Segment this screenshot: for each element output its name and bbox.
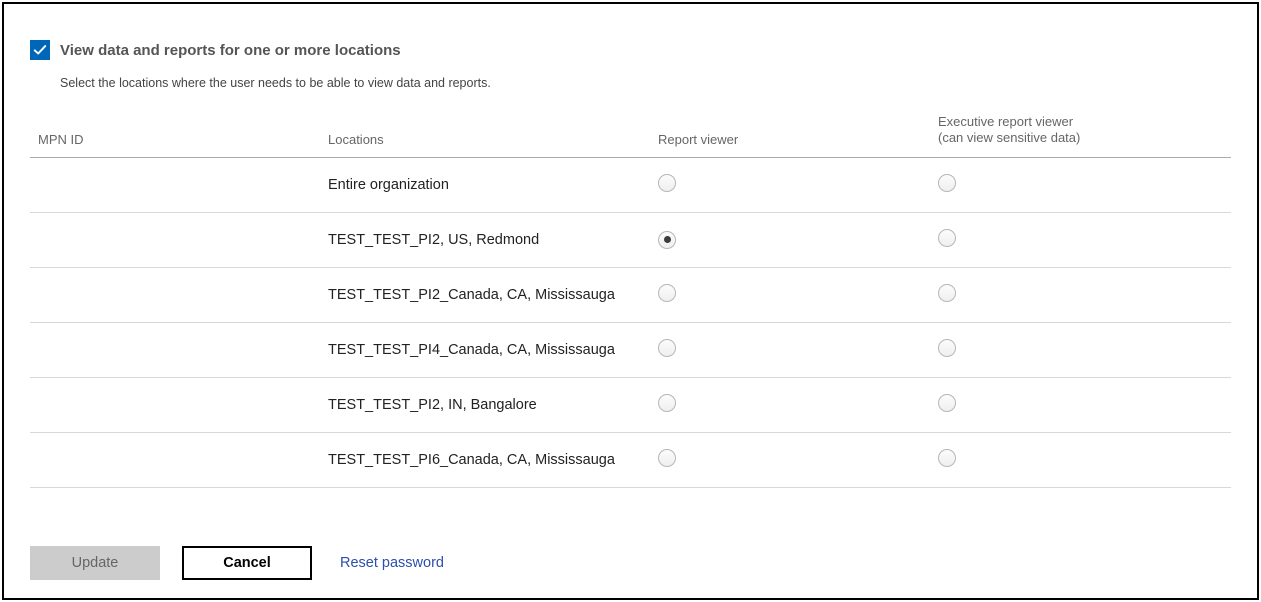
- locations-table: MPN ID Locations Report viewer Executive…: [30, 112, 1231, 488]
- cell-executive-viewer: [930, 432, 1231, 487]
- table-row: TEST_TEST_PI2_Canada, CA, Mississauga: [30, 267, 1231, 322]
- cell-location: TEST_TEST_PI2, IN, Bangalore: [320, 377, 650, 432]
- executive-viewer-radio[interactable]: [938, 229, 956, 247]
- report-viewer-radio[interactable]: [658, 339, 676, 357]
- action-bar: Update Cancel Reset password: [30, 546, 444, 580]
- report-viewer-radio[interactable]: [658, 174, 676, 192]
- table-row: TEST_TEST_PI6_Canada, CA, Mississauga: [30, 432, 1231, 487]
- cell-location: TEST_TEST_PI4_Canada, CA, Mississauga: [320, 322, 650, 377]
- table-row: Entire organization: [30, 157, 1231, 212]
- panel-subtitle: Select the locations where the user need…: [60, 76, 1231, 90]
- reset-password-link[interactable]: Reset password: [340, 555, 444, 571]
- cell-location: TEST_TEST_PI2_Canada, CA, Mississauga: [320, 267, 650, 322]
- executive-viewer-radio[interactable]: [938, 284, 956, 302]
- update-button[interactable]: Update: [30, 546, 160, 580]
- cell-executive-viewer: [930, 377, 1231, 432]
- col-locations: Locations: [320, 112, 650, 157]
- cell-executive-viewer: [930, 322, 1231, 377]
- executive-viewer-radio[interactable]: [938, 394, 956, 412]
- cell-mpn-id: [30, 432, 320, 487]
- table-row: TEST_TEST_PI4_Canada, CA, Mississauga: [30, 322, 1231, 377]
- report-viewer-radio[interactable]: [658, 231, 676, 249]
- report-viewer-radio[interactable]: [658, 284, 676, 302]
- table-header-row: MPN ID Locations Report viewer Executive…: [30, 112, 1231, 157]
- cell-report-viewer: [650, 432, 930, 487]
- panel-header: View data and reports for one or more lo…: [30, 40, 1231, 60]
- executive-viewer-radio[interactable]: [938, 449, 956, 467]
- cancel-button[interactable]: Cancel: [182, 546, 312, 580]
- executive-viewer-radio[interactable]: [938, 339, 956, 357]
- report-viewer-radio[interactable]: [658, 394, 676, 412]
- cell-mpn-id: [30, 267, 320, 322]
- cell-executive-viewer: [930, 267, 1231, 322]
- view-data-checkbox[interactable]: [30, 40, 50, 60]
- check-icon: [33, 43, 47, 57]
- executive-viewer-radio[interactable]: [938, 174, 956, 192]
- col-mpn-id: MPN ID: [30, 112, 320, 157]
- cell-report-viewer: [650, 267, 930, 322]
- cell-location: Entire organization: [320, 157, 650, 212]
- cell-mpn-id: [30, 212, 320, 267]
- cell-report-viewer: [650, 377, 930, 432]
- cell-location: TEST_TEST_PI6_Canada, CA, Mississauga: [320, 432, 650, 487]
- cell-executive-viewer: [930, 212, 1231, 267]
- cell-mpn-id: [30, 377, 320, 432]
- cell-report-viewer: [650, 322, 930, 377]
- table-row: TEST_TEST_PI2, IN, Bangalore: [30, 377, 1231, 432]
- panel-title: View data and reports for one or more lo…: [60, 42, 401, 59]
- cell-mpn-id: [30, 157, 320, 212]
- cell-mpn-id: [30, 322, 320, 377]
- cell-location: TEST_TEST_PI2, US, Redmond: [320, 212, 650, 267]
- col-report-viewer: Report viewer: [650, 112, 930, 157]
- cell-report-viewer: [650, 157, 930, 212]
- cell-executive-viewer: [930, 157, 1231, 212]
- col-executive-line2: (can view sensitive data): [938, 130, 1223, 146]
- col-executive-line1: Executive report viewer: [938, 114, 1223, 130]
- report-viewer-radio[interactable]: [658, 449, 676, 467]
- col-executive-report-viewer: Executive report viewer (can view sensit…: [930, 112, 1231, 157]
- cell-report-viewer: [650, 212, 930, 267]
- table-row: TEST_TEST_PI2, US, Redmond: [30, 212, 1231, 267]
- permissions-panel: View data and reports for one or more lo…: [2, 2, 1259, 600]
